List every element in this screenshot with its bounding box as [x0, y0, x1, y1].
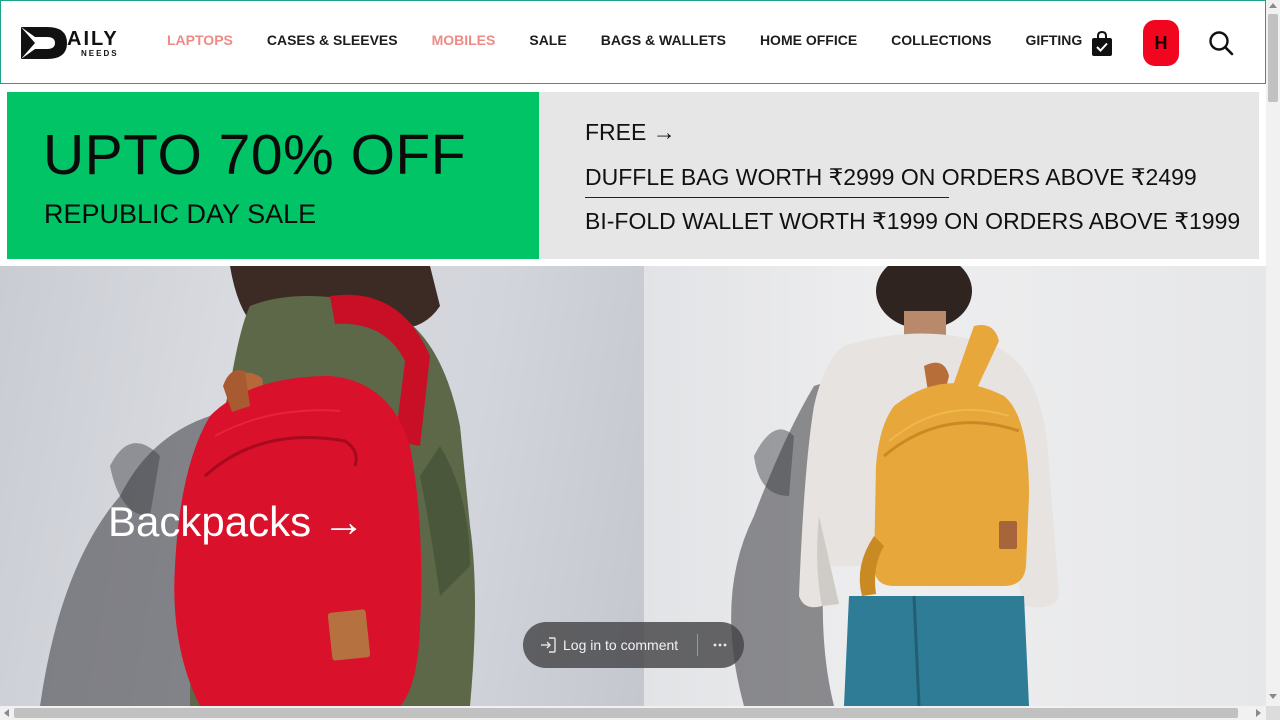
nav-item-home-office[interactable]: HOME OFFICE — [760, 32, 857, 48]
comment-bar-divider — [697, 634, 698, 656]
login-arrow-icon — [541, 637, 556, 653]
promo-free-link[interactable]: FREE → — [585, 119, 676, 146]
page: AILY NEEDS LAPTOPS CASES & SLEEVES MOBIL… — [0, 0, 1280, 720]
promo-headline: UPTO 70% OFF — [43, 123, 467, 187]
nav-item-bags-wallets[interactable]: BAGS & WALLETS — [601, 32, 726, 48]
scroll-down-arrow-icon[interactable] — [1269, 694, 1277, 699]
search-icon — [1209, 31, 1234, 56]
site-logo[interactable]: AILY NEEDS — [19, 24, 133, 62]
promo-banner[interactable]: UPTO 70% OFF REPUBLIC DAY SALE FREE → DU… — [7, 92, 1259, 259]
promo-offer-duffle: DUFFLE BAG WORTH ₹2999 ON ORDERS ABOVE ₹… — [585, 164, 1197, 190]
nav-item-laptops[interactable]: LAPTOPS — [167, 32, 233, 48]
nav-item-sale[interactable]: SALE — [529, 32, 566, 48]
logo-word: AILY — [67, 27, 119, 50]
promo-offer-wallet: BI-FOLD WALLET WORTH ₹1999 ON ORDERS ABO… — [585, 208, 1241, 234]
site-header: AILY NEEDS LAPTOPS CASES & SLEEVES MOBIL… — [0, 0, 1266, 84]
promo-sale-block: UPTO 70% OFF REPUBLIC DAY SALE — [7, 92, 539, 259]
main-nav: LAPTOPS CASES & SLEEVES MOBILES SALE BAG… — [167, 32, 1116, 48]
logo-mark-icon — [21, 27, 67, 59]
nav-item-gifting[interactable]: GIFTING — [1026, 32, 1083, 48]
logo-text: AILY NEEDS — [67, 29, 119, 58]
promo-subheadline: REPUBLIC DAY SALE — [44, 199, 317, 229]
hero-category-link[interactable]: Backpacks → — [108, 498, 365, 546]
horizontal-scrollbar[interactable] — [0, 706, 1266, 720]
vertical-scrollbar[interactable] — [1266, 0, 1280, 706]
vertical-scroll-thumb[interactable] — [1268, 14, 1278, 102]
horizontal-scroll-thumb[interactable] — [14, 708, 1238, 718]
logo-sub: NEEDS — [81, 48, 119, 58]
shopping-bag-check-icon — [1092, 30, 1112, 56]
scroll-up-arrow-icon[interactable] — [1269, 3, 1277, 8]
comment-bar: Log in to comment — [523, 622, 744, 668]
scroll-left-arrow-icon[interactable] — [4, 709, 9, 717]
search-button[interactable] — [1207, 29, 1235, 57]
promo-divider — [585, 197, 949, 198]
nav-item-mobiles[interactable]: MOBILES — [432, 32, 496, 48]
nav-item-collections[interactable]: COLLECTIONS — [891, 32, 991, 48]
login-to-comment-button[interactable]: Log in to comment — [539, 636, 678, 654]
login-to-comment-label: Log in to comment — [563, 637, 679, 653]
more-options-button[interactable] — [709, 635, 731, 655]
more-horizontal-icon — [713, 643, 727, 647]
cart-button[interactable] — [1090, 30, 1114, 58]
scrollbar-corner — [1266, 706, 1280, 720]
nav-item-cases-sleeves[interactable]: CASES & SLEEVES — [267, 32, 398, 48]
scroll-right-arrow-icon[interactable] — [1256, 709, 1261, 717]
user-avatar[interactable]: H — [1143, 20, 1179, 66]
